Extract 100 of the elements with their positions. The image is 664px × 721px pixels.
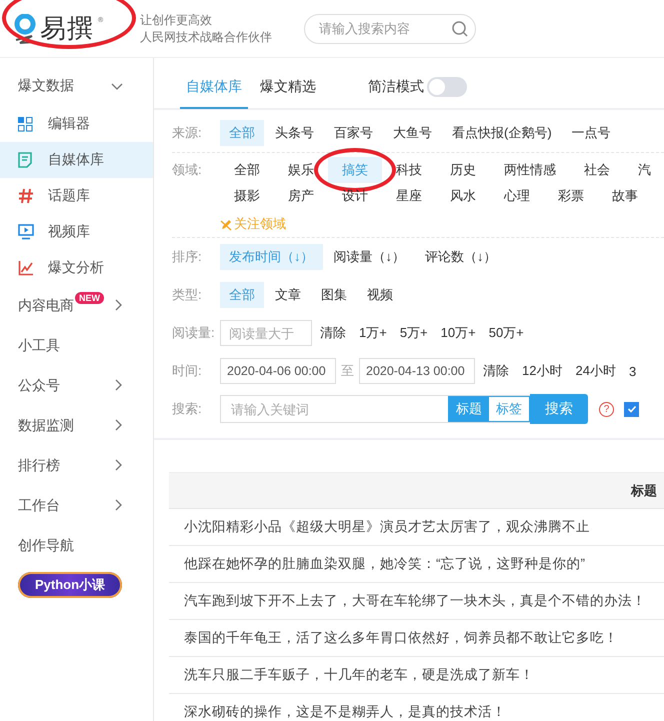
quick-filter-link[interactable]: 清除 — [320, 324, 346, 342]
tab[interactable]: 爆文精选 — [254, 67, 322, 109]
menu-group[interactable]: 爆文数据 — [0, 66, 153, 106]
menu-label: 自媒体库 — [48, 151, 104, 169]
monitor-play-icon — [18, 224, 34, 240]
filter-option[interactable]: 房产 — [274, 183, 328, 209]
filter-option[interactable]: 设计 — [328, 183, 382, 209]
grid-icon — [18, 116, 33, 132]
filter-option[interactable]: 视频 — [358, 282, 402, 308]
menu-label: 排行榜 — [18, 457, 60, 475]
menu-item[interactable]: 小工具 — [0, 326, 153, 366]
chevron-down-icon — [111, 83, 123, 91]
menu-item[interactable]: 内容电商 NEW — [0, 286, 153, 326]
filter-label: 阅读量: — [172, 324, 216, 342]
filter-option[interactable]: 汽 — [624, 157, 664, 183]
pin-logo-icon — [14, 14, 36, 44]
filter-label: 搜索: — [172, 400, 203, 418]
filter-label: 类型: — [172, 286, 203, 304]
article-title[interactable]: 洗车只服二手车贩子，十几年的老车，硬是洗成了新车！ — [184, 666, 534, 684]
simple-mode-label: 简洁模式 — [368, 78, 424, 96]
read-count-field[interactable]: 阅读量大于 — [220, 320, 312, 346]
filter-option[interactable]: 百家号 — [325, 120, 382, 146]
filter-option[interactable]: 星座 — [382, 183, 436, 209]
article-title[interactable]: 深水砌砖的操作，这是不是糊弄人，是真的技术活！ — [184, 703, 506, 721]
help-icon[interactable]: ? — [599, 402, 614, 416]
menu-item[interactable]: 公众号 — [0, 366, 153, 406]
filter-option[interactable]: 心理 — [490, 183, 544, 209]
article-title[interactable]: 他踩在她怀孕的肚腩血染双腿，她冷笑：“忘了说，这野种是你的” — [184, 555, 585, 573]
line-chart-icon — [18, 260, 34, 276]
menu-label: 视频库 — [48, 223, 90, 241]
sidebar-item[interactable]: 视频库 — [0, 214, 153, 250]
checkbox[interactable] — [624, 402, 639, 416]
quick-filter-link[interactable]: 3 — [628, 364, 636, 378]
start-date-field[interactable]: 2020-04-06 00:00 — [220, 358, 336, 384]
filter-label: 领域: — [172, 161, 203, 179]
filter-option[interactable]: 风水 — [436, 183, 490, 209]
filter-option[interactable]: 看点快报(企鹅号) — [443, 120, 561, 146]
filter-option[interactable]: 两性情感 — [490, 157, 570, 183]
quick-filter-link[interactable]: 24小时 — [575, 362, 616, 380]
menu-label: 小工具 — [18, 337, 60, 355]
end-date-field[interactable]: 2020-04-13 00:00 — [359, 358, 475, 384]
chevron-right-icon — [115, 459, 123, 471]
promo-banner[interactable]: Python小课 — [18, 572, 122, 598]
filter-option[interactable]: 全部 — [220, 157, 274, 183]
new-badge: NEW — [75, 292, 104, 304]
filter-option[interactable]: 图集 — [312, 282, 356, 308]
filter-option[interactable]: 娱乐 — [274, 157, 328, 183]
filter-option[interactable]: 阅读量（↓） — [324, 244, 414, 270]
hash-icon — [18, 188, 34, 204]
menu-label: 编辑器 — [48, 115, 90, 133]
menu-label: 爆文分析 — [48, 259, 104, 277]
quick-filter-link[interactable]: 50万+ — [488, 324, 524, 342]
quick-filter-link[interactable]: 5万+ — [400, 324, 428, 342]
filter-option[interactable]: 大鱼号 — [384, 120, 441, 146]
menu-label: 内容电商 — [18, 297, 74, 315]
menu-label: 公众号 — [18, 377, 60, 395]
search-field[interactable]: 请输入搜索内容 — [304, 14, 476, 44]
sidebar-item[interactable]: 爆文分析 — [0, 250, 153, 286]
chevron-right-icon — [115, 419, 123, 431]
menu-label: 工作台 — [18, 497, 60, 515]
menu-item[interactable]: 创作导航 — [0, 526, 153, 566]
chevron-right-icon — [115, 379, 123, 391]
article-title[interactable]: 汽车跑到坡下开不上去了，大哥在车轮绑了一块木头，真是个不错的办法！ — [184, 592, 646, 610]
toggle-switch[interactable] — [427, 77, 467, 97]
filter-option[interactable]: 彩票 — [544, 183, 598, 209]
slogan-text: 让创作更高效 — [140, 12, 213, 28]
article-title[interactable]: 泰国的千年龟王，活了这么多年胃口依然好，饲养员都不敢让它多吃！ — [184, 629, 618, 647]
filter-label: 来源: — [172, 124, 203, 142]
pencil-icon — [220, 218, 233, 230]
quick-filter-link[interactable]: 清除 — [483, 362, 509, 380]
sidebar-item[interactable]: 话题库 — [0, 178, 153, 214]
filter-option[interactable]: 摄影 — [220, 183, 274, 209]
chevron-right-icon — [115, 299, 123, 311]
document-icon — [18, 152, 32, 168]
filter-option[interactable]: 一点号 — [562, 120, 620, 146]
menu-label: 爆文数据 — [18, 77, 74, 95]
quick-filter-link[interactable]: 12小时 — [522, 362, 562, 380]
column-header: 标题 — [631, 482, 657, 500]
menu-item[interactable]: 数据监测 — [0, 406, 153, 446]
slogan-text: 人民网技术战略合作伙伴 — [140, 28, 272, 46]
menu-item[interactable]: 排行榜 — [0, 446, 153, 486]
quick-filter-link[interactable]: 10万+ — [440, 324, 476, 342]
chevron-right-icon — [115, 499, 123, 511]
sidebar-item[interactable]: 编辑器 — [0, 106, 153, 142]
menu-item[interactable]: 工作台 — [0, 486, 153, 526]
check-icon — [626, 404, 636, 414]
filter-option[interactable]: 头条号 — [266, 120, 323, 146]
filter-label: 排序: — [172, 248, 203, 266]
filter-option[interactable]: 社会 — [570, 157, 624, 183]
filter-option[interactable]: 评论数（↓） — [416, 244, 506, 270]
date-separator: 至 — [341, 362, 354, 380]
search-icon — [451, 20, 469, 38]
menu-label: 话题库 — [48, 187, 90, 205]
sidebar-item[interactable]: 自媒体库 — [0, 142, 153, 178]
article-title[interactable]: 小沈阳精彩小品《超级大明星》演员才艺太厉害了，观众沸腾不止 — [184, 518, 590, 536]
filter-option[interactable]: 历史 — [436, 157, 490, 183]
filter-option[interactable]: 科技 — [382, 157, 436, 183]
quick-filter-link[interactable]: 1万+ — [359, 324, 387, 342]
filter-option[interactable]: 文章 — [266, 282, 310, 308]
filter-option[interactable]: 故事 — [598, 183, 652, 209]
